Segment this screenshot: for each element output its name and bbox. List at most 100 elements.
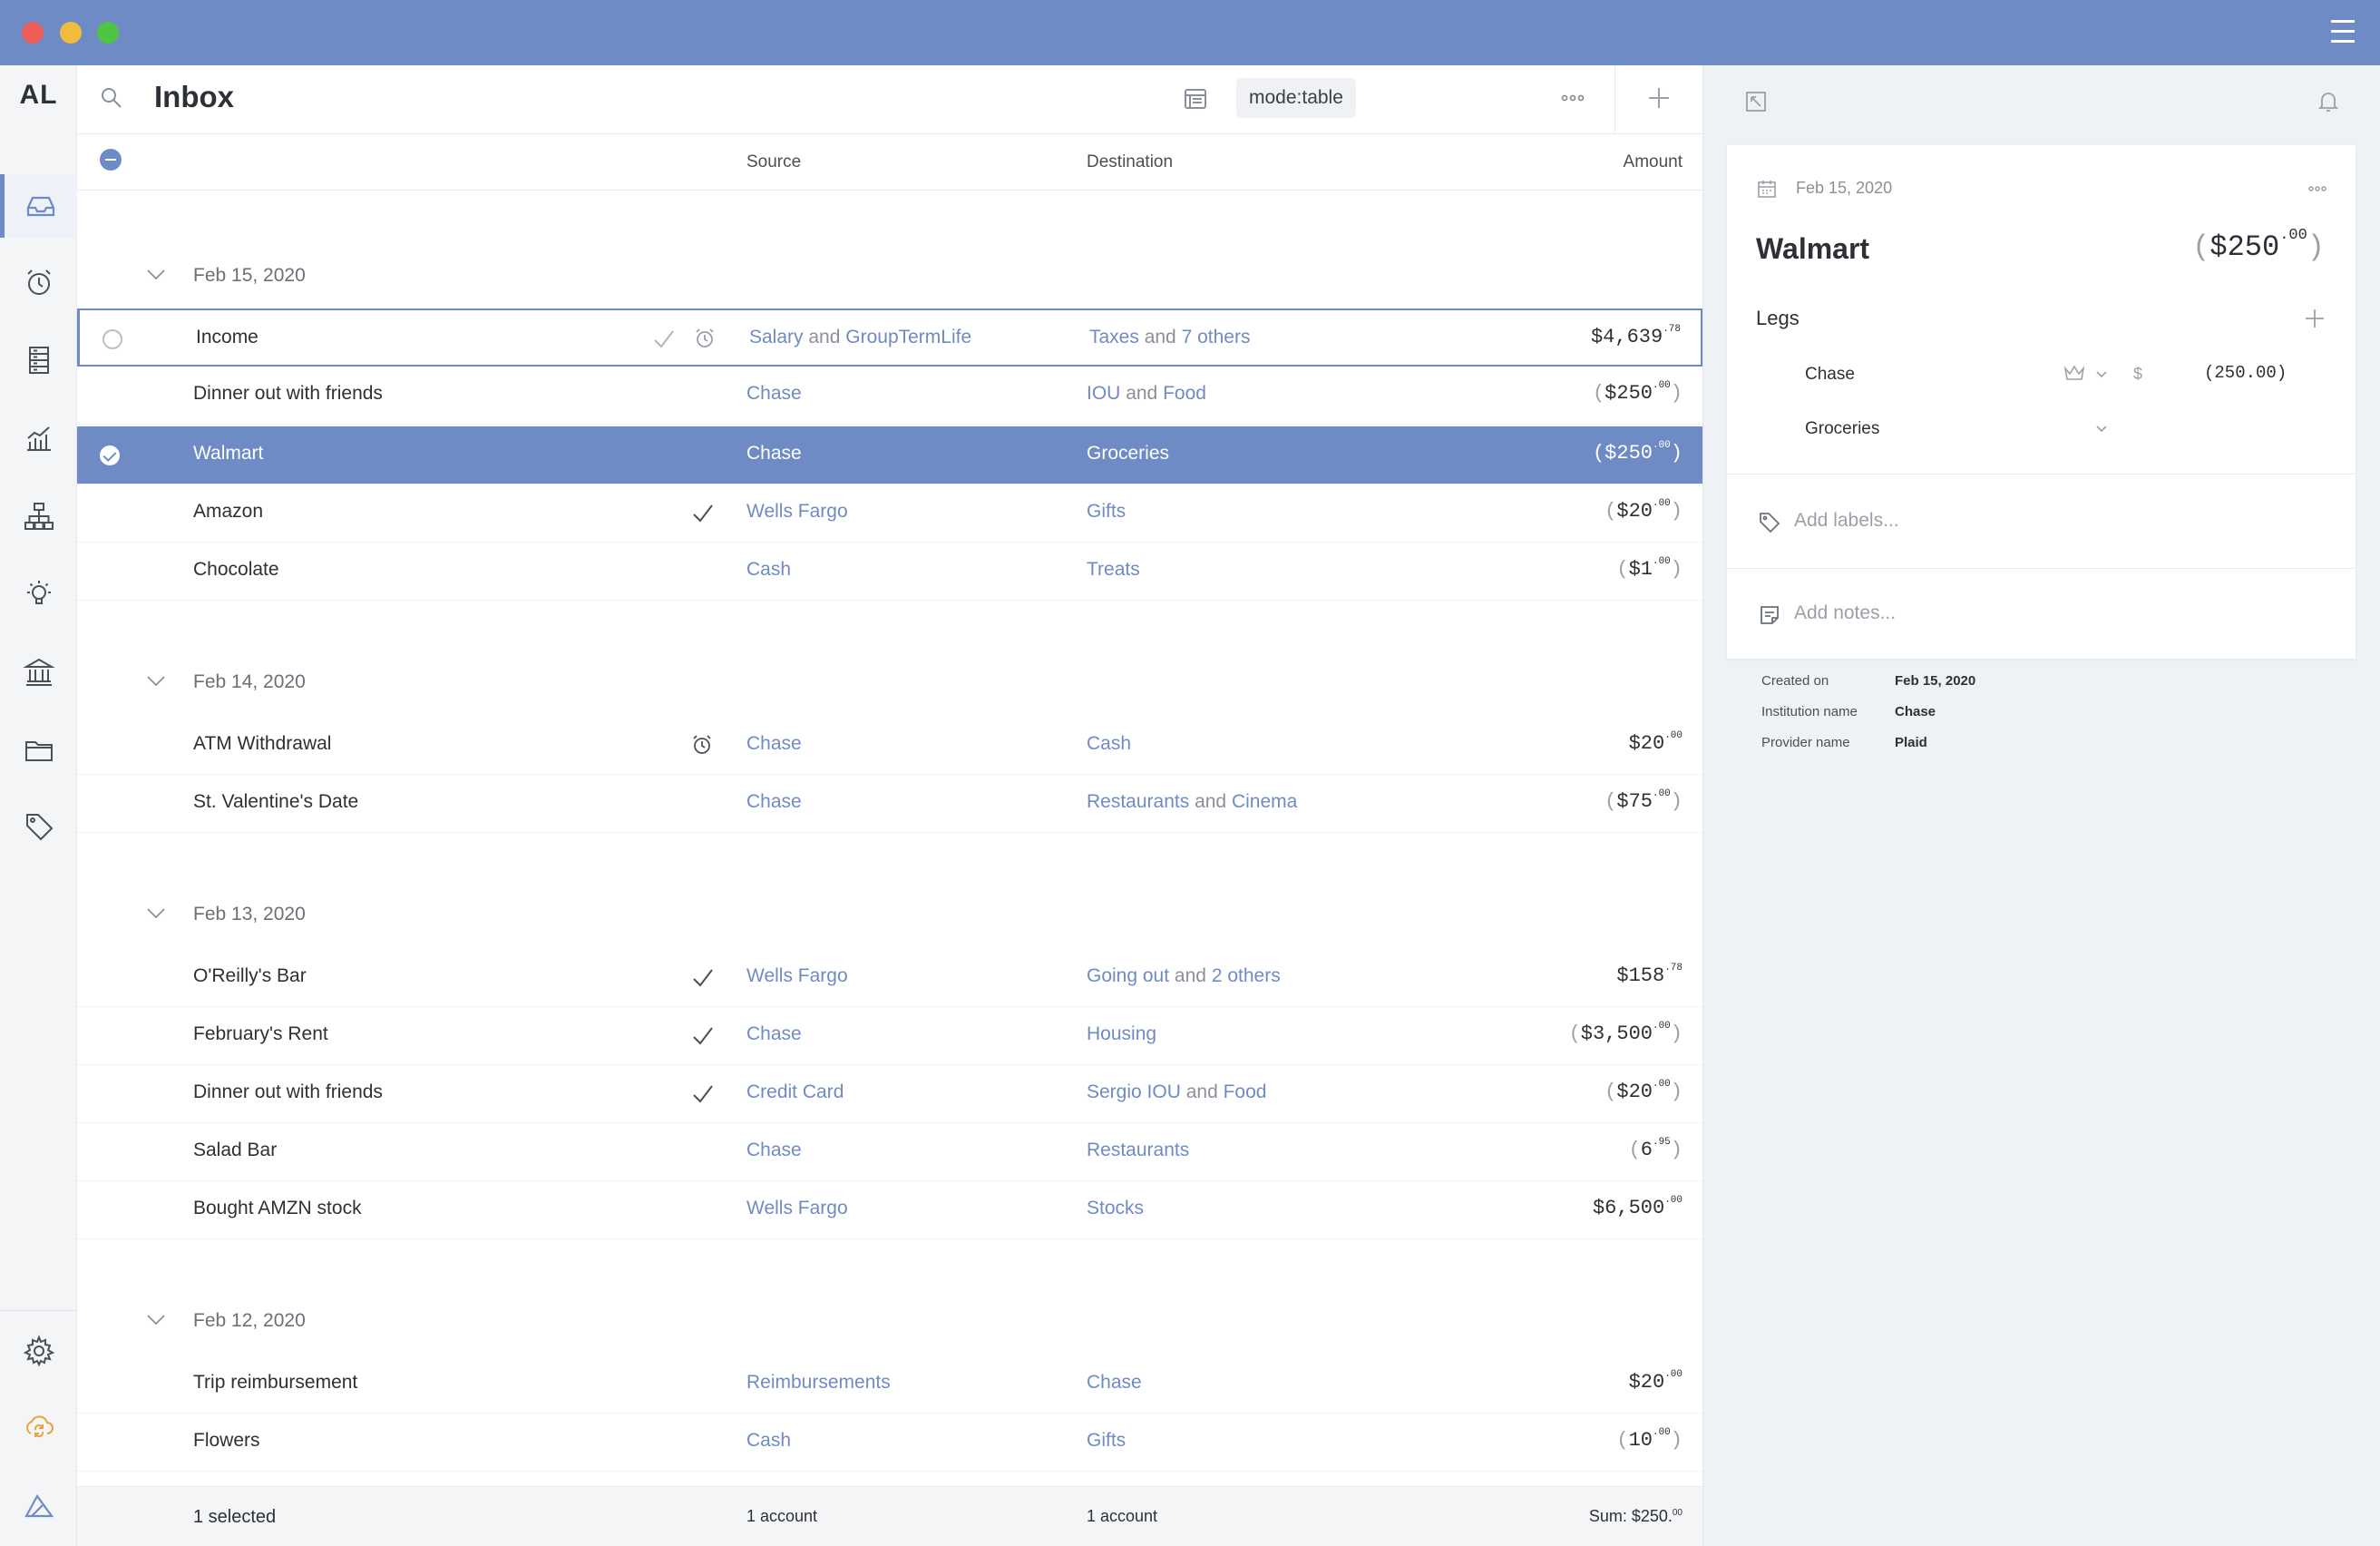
checkmark-icon[interactable] [651,327,677,352]
table-row[interactable]: February's Rent Chase Housing ($3,500.00… [77,1007,1702,1065]
table-row[interactable]: Income Salary and GroupTermLife Taxes an… [77,308,1702,367]
destination-accounts[interactable]: Treats [1087,559,1140,581]
sidebar-item-institutions[interactable] [0,641,77,704]
sidebar-item-about[interactable] [0,1473,77,1537]
source-accounts[interactable]: Salary and GroupTermLife [749,327,971,348]
destination-accounts[interactable]: IOU and Food [1087,383,1206,405]
date-group-header[interactable]: Feb 15, 2020 [77,259,1702,296]
detail-date[interactable]: Feb 15, 2020 [1796,179,1892,198]
column-header-destination[interactable]: Destination [1087,152,1173,172]
table-row[interactable]: O'Reilly's Bar Wells Fargo Going out and… [77,949,1702,1007]
table-row[interactable]: ATM Withdrawal Chase Cash $20.00 [77,717,1702,775]
more-options-icon[interactable] [2307,183,2328,194]
source-accounts[interactable]: Chase [746,733,802,755]
destination-accounts[interactable]: Taxes and 7 others [1089,327,1250,348]
sidebar-item-files[interactable] [0,719,77,782]
checkmark-icon[interactable] [690,501,716,526]
destination-accounts[interactable]: Going out and 2 others [1087,965,1281,987]
source-accounts[interactable]: Chase [746,1023,802,1045]
table-row[interactable]: Bought AMZN stock Wells Fargo Stocks $6,… [77,1181,1702,1239]
column-header-amount[interactable]: Amount [1624,152,1683,172]
add-leg-icon[interactable] [2303,307,2326,330]
date-group-header[interactable]: Feb 13, 2020 [77,898,1702,934]
row-select-radio[interactable] [100,445,120,465]
search-icon[interactable] [99,85,124,111]
source-accounts[interactable]: Cash [746,559,791,581]
sidebar-item-inbox[interactable] [0,174,77,238]
close-window-button[interactable] [22,22,44,44]
source-accounts[interactable]: Wells Fargo [746,501,848,523]
table-row[interactable]: Salad Bar Chase Restaurants (6.95) [77,1123,1702,1181]
minimize-window-button[interactable] [60,22,82,44]
bell-icon[interactable] [2315,87,2342,114]
table-row[interactable]: Trip reimbursement Reimbursements Chase … [77,1355,1702,1414]
destination-accounts[interactable]: Cash [1087,733,1131,755]
chevron-down-icon[interactable] [2095,425,2108,434]
table-row[interactable]: Dinner out with friends Credit Card Serg… [77,1065,1702,1123]
sidebar-item-reminders[interactable] [0,250,77,314]
sidebar-item-ledger[interactable] [0,328,77,392]
sidebar-item-labels[interactable] [0,795,77,858]
alarm-clock-icon[interactable] [690,733,714,757]
leg-amount-input[interactable]: (250.00) [2204,363,2287,383]
menu-icon[interactable] [2331,20,2355,45]
zoom-window-button[interactable] [97,22,119,44]
more-options-icon[interactable] [1557,87,1588,109]
sidebar-item-settings[interactable] [0,1319,77,1383]
calendar-icon[interactable] [1756,178,1778,200]
table-row[interactable]: Chocolate Cash Treats ($1.00) [77,543,1702,601]
column-header-source[interactable]: Source [746,152,801,172]
table-row[interactable]: Amazon Wells Fargo Gifts ($20.00) [77,484,1702,543]
destination-accounts[interactable]: Gifts [1087,501,1126,523]
source-accounts[interactable]: Wells Fargo [746,1198,848,1219]
destination-accounts[interactable]: Gifts [1087,1430,1126,1452]
table-row[interactable]: Flowers Cash Gifts (10.00) [77,1414,1702,1472]
source-accounts[interactable]: Chase [746,791,802,813]
destination-accounts[interactable]: Restaurants and Cinema [1087,791,1297,813]
destination-accounts[interactable]: Chase [1087,1372,1142,1394]
chevron-down-icon[interactable] [2095,370,2108,379]
table-row[interactable]: Walmart Chase Groceries ($250.00) [77,426,1702,484]
checkmark-icon[interactable] [690,1081,716,1107]
chevron-down-icon[interactable] [146,1314,166,1326]
destination-accounts[interactable]: Restaurants [1087,1140,1189,1161]
chevron-down-icon[interactable] [146,675,166,688]
source-accounts[interactable]: Chase [746,1140,802,1161]
add-labels-input[interactable]: Add labels... [1794,510,1899,532]
row-select-radio[interactable] [102,329,122,349]
chevron-down-icon[interactable] [146,907,166,920]
add-transaction-icon[interactable] [1644,83,1673,113]
select-all-toggle[interactable] [100,149,122,171]
alarm-clock-icon[interactable] [693,327,717,350]
crown-icon[interactable] [2063,363,2086,383]
destination-accounts[interactable]: Groceries [1087,443,1169,465]
table-view-icon[interactable] [1180,83,1211,114]
table-row[interactable]: St. Valentine's Date Chase Restaurants a… [77,775,1702,833]
checkmark-icon[interactable] [690,1023,716,1049]
expand-icon[interactable] [1743,89,1769,114]
source-accounts[interactable]: Cash [746,1430,791,1452]
sidebar-item-insights[interactable] [0,563,77,626]
chevron-down-icon[interactable] [146,269,166,281]
date-group-header[interactable]: Feb 12, 2020 [77,1305,1702,1341]
source-accounts[interactable]: Reimbursements [746,1372,891,1394]
mode-query-chip[interactable]: mode:table [1236,78,1356,118]
date-group-header[interactable]: Feb 14, 2020 [77,666,1702,702]
sidebar-item-hierarchy[interactable] [0,484,77,548]
source-accounts[interactable]: Credit Card [746,1081,844,1103]
destination-accounts[interactable]: Stocks [1087,1198,1144,1219]
source-accounts[interactable]: Wells Fargo [746,965,848,987]
table-row[interactable]: Dinner out with friends Chase IOU and Fo… [77,367,1702,425]
detail-title[interactable]: Walmart [1756,232,1869,266]
leg-account[interactable]: Groceries [1805,419,1879,439]
sidebar-item-sync[interactable] [0,1395,77,1459]
transaction-name: St. Valentine's Date [193,791,359,812]
source-accounts[interactable]: Chase [746,443,802,465]
source-accounts[interactable]: Chase [746,383,802,405]
checkmark-icon[interactable] [690,965,716,991]
destination-accounts[interactable]: Housing [1087,1023,1156,1045]
sidebar-item-reports[interactable] [0,406,77,470]
destination-accounts[interactable]: Sergio IOU and Food [1087,1081,1266,1103]
leg-account[interactable]: Chase [1805,365,1855,385]
add-notes-input[interactable]: Add notes... [1794,602,1896,624]
